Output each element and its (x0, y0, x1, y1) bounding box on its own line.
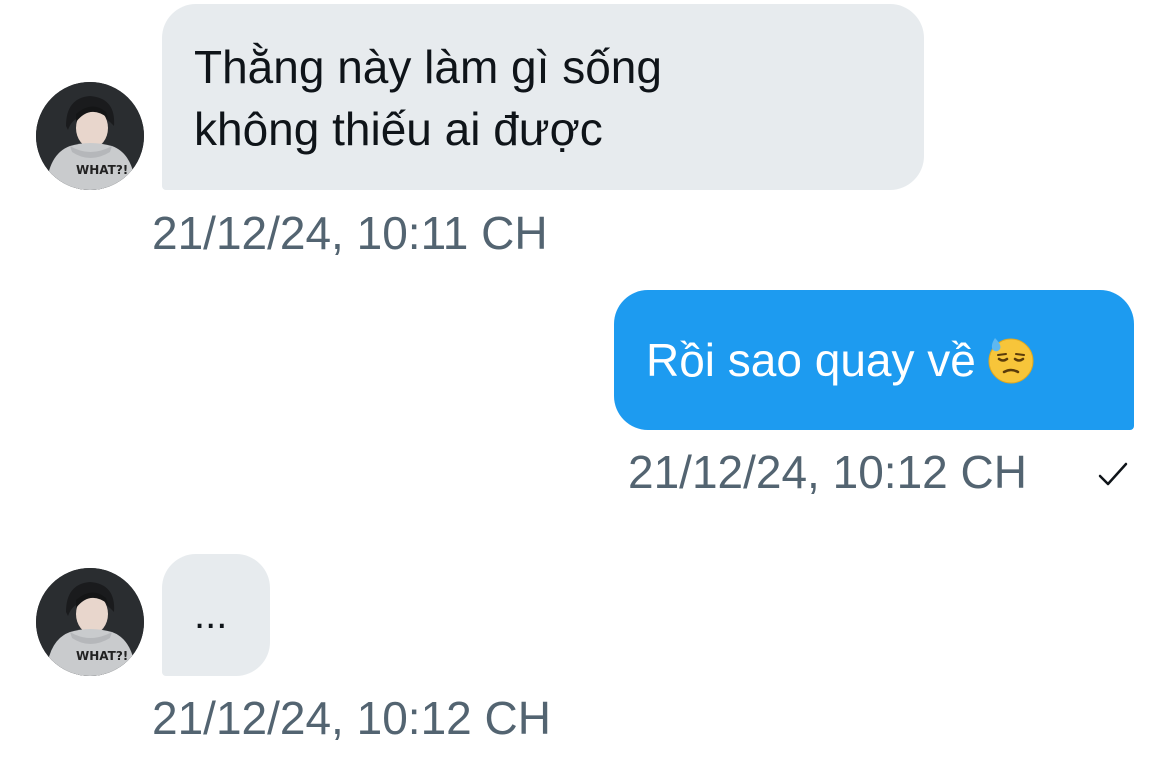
message-text-line: Thằng này làm gì sống (194, 41, 662, 93)
sender-avatar[interactable]: WHAT?! (36, 568, 144, 676)
sender-avatar[interactable]: WHAT?! (36, 82, 144, 190)
incoming-message-bubble[interactable]: ... (162, 554, 270, 676)
outgoing-message-bubble[interactable]: Rồi sao quay về (614, 290, 1134, 430)
conversation-view: WHAT?! Thằng này làm gì sống không thiếu… (0, 0, 1170, 759)
avatar-shirt-text: WHAT?! (76, 163, 128, 177)
message-timestamp: 21/12/24, 10:12 CH (628, 446, 1027, 498)
message-text: ... (194, 593, 228, 637)
message-timestamp: 21/12/24, 10:12 CH (152, 692, 551, 744)
check-icon (1098, 462, 1128, 486)
incoming-message-bubble[interactable]: Thằng này làm gì sống không thiếu ai đượ… (162, 4, 924, 190)
message-timestamp: 21/12/24, 10:11 CH (152, 207, 548, 259)
avatar-image: WHAT?! (36, 82, 144, 190)
message-text-line: không thiếu ai được (194, 103, 603, 155)
avatar-image: WHAT?! (36, 568, 144, 676)
downcast-face-with-sweat-icon (988, 338, 1034, 384)
message-text: Rồi sao quay về (646, 334, 976, 386)
avatar-shirt-text: WHAT?! (76, 649, 128, 663)
